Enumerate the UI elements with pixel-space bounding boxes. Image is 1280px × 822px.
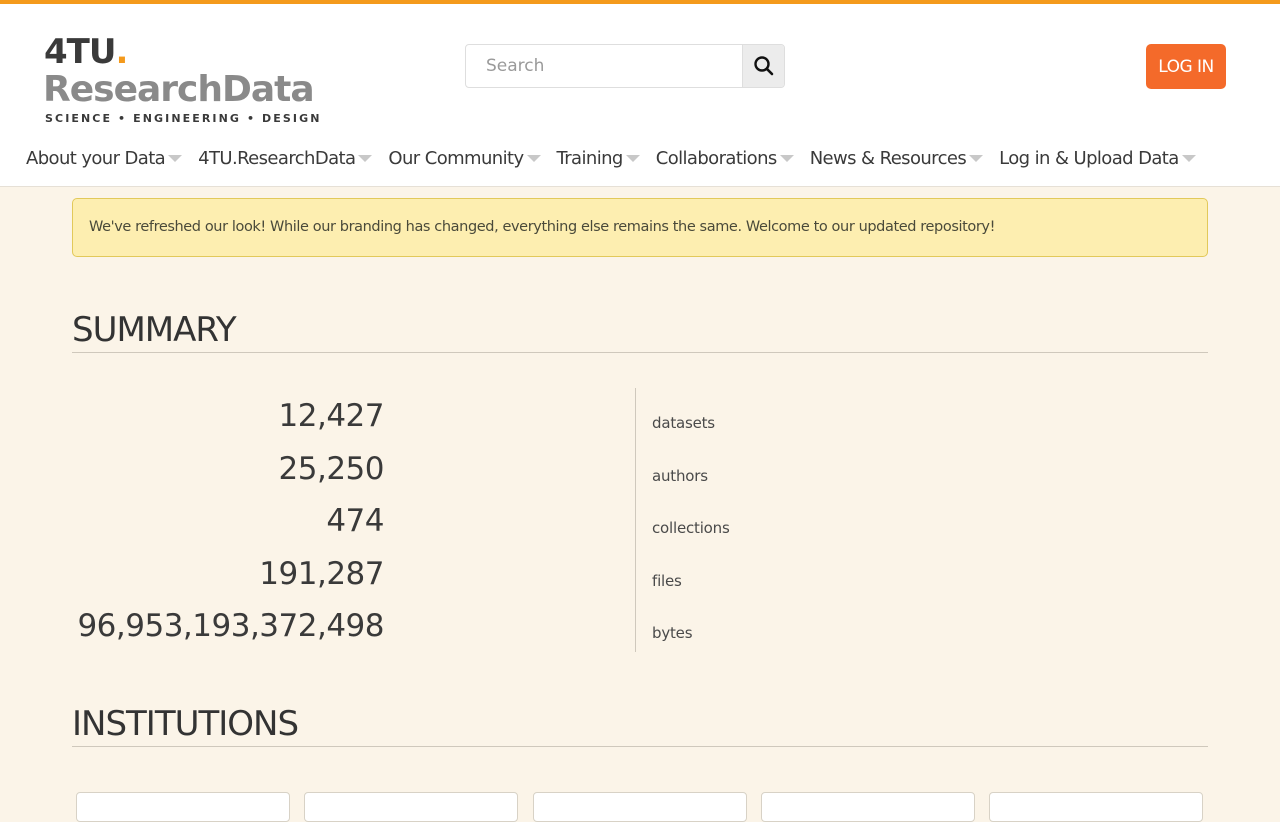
stat-row-collections: 474 collections <box>72 495 972 547</box>
nav-item-news-resources[interactable]: News & Resources <box>810 140 984 178</box>
institution-card[interactable] <box>304 792 518 822</box>
stat-value: 96,953,193,372,498 <box>77 608 384 644</box>
institution-card[interactable] <box>76 792 290 822</box>
logo-wordmark-top: 4TU. <box>44 32 128 72</box>
stat-value: 191,287 <box>259 556 384 592</box>
institutions-heading: INSTITUTIONS <box>72 704 1208 747</box>
nav-item-4tu-researchdata[interactable]: 4TU.ResearchData <box>198 140 373 178</box>
stat-row-datasets: 12,427 datasets <box>72 390 972 442</box>
chevron-down-icon <box>358 154 373 162</box>
stat-row-bytes: 96,953,193,372,498 bytes <box>72 600 972 652</box>
search-icon <box>753 56 773 76</box>
stat-row-authors: 25,250 authors <box>72 443 972 495</box>
nav-item-training[interactable]: Training <box>557 140 640 178</box>
stat-label: bytes <box>652 624 693 642</box>
chevron-down-icon <box>779 154 794 162</box>
site-header: 4TU. ResearchData SCIENCE • ENGINEERING … <box>0 4 1280 187</box>
chevron-down-icon <box>625 154 640 162</box>
institution-cards <box>76 792 1206 822</box>
stat-row-files: 191,287 files <box>72 548 972 600</box>
chevron-down-icon <box>1181 154 1196 162</box>
nav-item-about-your-data[interactable]: About your Data <box>26 140 183 178</box>
search-input[interactable] <box>466 45 743 87</box>
nav-item-collaborations[interactable]: Collaborations <box>656 140 794 178</box>
chevron-down-icon <box>969 154 984 162</box>
summary-heading: SUMMARY <box>72 310 1208 353</box>
institution-card[interactable] <box>989 792 1203 822</box>
login-button[interactable]: LOG IN <box>1146 44 1226 89</box>
main-nav: About your Data 4TU.ResearchData Our Commu… <box>26 140 1276 180</box>
chevron-down-icon <box>168 154 183 162</box>
chevron-down-icon <box>526 154 541 162</box>
institution-card[interactable] <box>533 792 747 822</box>
branding-notice: We've refreshed our look! While our bran… <box>72 198 1208 257</box>
stat-value: 474 <box>326 503 384 539</box>
summary-stats: 12,427 datasets 25,250 authors 474 colle… <box>72 388 1208 652</box>
search-box <box>465 44 785 88</box>
logo-wordmark-bottom: ResearchData <box>43 69 315 110</box>
logo-tagline: SCIENCE • ENGINEERING • DESIGN <box>45 112 322 125</box>
site-logo[interactable]: 4TU. ResearchData SCIENCE • ENGINEERING … <box>43 32 319 129</box>
nav-item-our-community[interactable]: Our Community <box>388 140 541 178</box>
search-button[interactable] <box>742 45 784 87</box>
stat-value: 12,427 <box>278 398 385 434</box>
institution-card[interactable] <box>761 792 975 822</box>
stat-value: 25,250 <box>278 451 385 487</box>
nav-item-login-upload-data[interactable]: Log in & Upload Data <box>999 140 1196 178</box>
